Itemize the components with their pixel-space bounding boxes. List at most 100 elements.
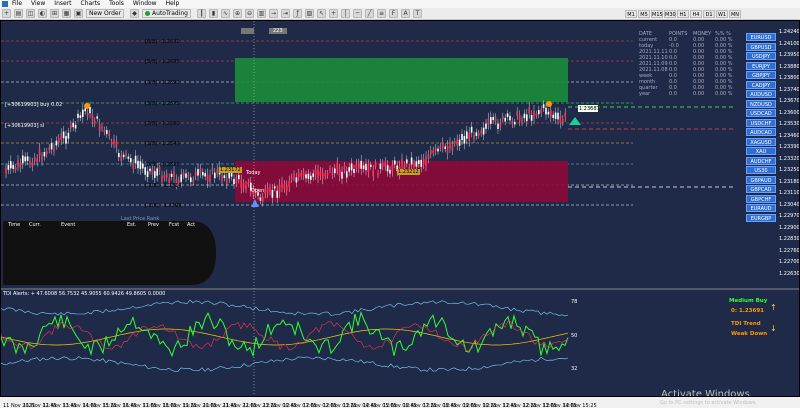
candlestick-icon[interactable]: ▮ (209, 9, 218, 18)
market-watch-icon[interactable]: ◫ (26, 9, 35, 18)
candle-body (146, 171, 149, 178)
candle-body (48, 147, 50, 150)
tile-windows-icon[interactable]: ▥ (257, 9, 266, 18)
profiles-icon[interactable]: ▤ (14, 9, 23, 18)
timeframe-m5[interactable]: M5 (638, 10, 650, 18)
label-icon[interactable]: T (413, 9, 422, 18)
candle-body (82, 109, 84, 117)
symbol-button-audusd[interactable]: AUDUSD (746, 90, 776, 98)
candle-body (67, 132, 70, 139)
candle-body (350, 163, 353, 171)
navigator-icon[interactable]: ⊞ (50, 9, 59, 18)
candle-body (139, 161, 142, 170)
symbol-button-cadjpy[interactable]: CADJPY (746, 80, 776, 89)
symbol-button-xagusd[interactable]: XAGUSD (746, 137, 776, 146)
zoom-in-icon[interactable]: ⊕ (233, 9, 242, 18)
metaeditor-icon[interactable]: ◆ (130, 9, 140, 18)
symbol-button-gbpaud[interactable]: GBPAUD (746, 175, 776, 184)
trendline-icon[interactable]: ╱ (365, 9, 374, 18)
candle-body (65, 136, 67, 144)
channel-icon[interactable]: ≡ (377, 9, 386, 18)
timeframe-m15[interactable]: M15 (651, 10, 663, 18)
symbol-button-audcad[interactable]: AUDCAD (746, 128, 776, 136)
timeframe-m1[interactable]: M1 (625, 10, 637, 18)
candle-body (432, 150, 434, 154)
candle-body (295, 177, 298, 183)
candle-body (322, 172, 324, 179)
candle-body (53, 147, 55, 152)
chart-window[interactable]: 223 [6/8] - 1.2431 [5/8] - 1.2405 [4/8] … (0, 20, 800, 397)
symbol-button-usdjpy[interactable]: USDJPY (746, 52, 776, 60)
symbol-button-xau[interactable]: XAU (746, 147, 776, 155)
timeframe-mn[interactable]: MN (729, 10, 741, 18)
symbol-button-gbpusd[interactable]: GBPUSD (746, 42, 776, 51)
new-order-button[interactable]: New Order (86, 9, 125, 18)
timeframe-w1[interactable]: W1 (716, 10, 728, 18)
symbol-button-us30[interactable]: US30 (746, 166, 776, 174)
timeframe-d1[interactable]: D1 (703, 10, 715, 18)
autoscroll-icon[interactable]: → (269, 9, 278, 18)
line-chart-icon[interactable]: ∿ (221, 9, 230, 18)
candle-body (470, 126, 473, 133)
text-icon[interactable]: A (401, 9, 410, 18)
symbol-button-usdcad[interactable]: USDCAD (746, 109, 776, 117)
menu-charts[interactable]: Charts (81, 0, 101, 8)
menu-tools[interactable]: Tools (109, 0, 124, 8)
candle-body (300, 173, 302, 177)
candle-body (475, 132, 478, 136)
candle-body (502, 116, 504, 119)
terminal-icon[interactable]: ▦ (62, 9, 71, 18)
price-axis-label: 1.23600 (779, 109, 800, 116)
zoom-out-icon[interactable]: ⊖ (245, 9, 254, 18)
candle-body (7, 165, 10, 170)
crosshair-icon[interactable]: + (329, 9, 338, 18)
templates-icon[interactable]: ▧ (305, 9, 314, 18)
fibonacci-icon[interactable]: F (389, 9, 398, 18)
price-axis-label: 1.23180 (779, 178, 800, 185)
symbol-button-eurusd[interactable]: EURUSD (746, 33, 776, 41)
indicators-icon[interactable]: ƒ (293, 9, 302, 18)
candle-body (542, 104, 545, 109)
autotrading-button[interactable]: AutoTrading (142, 9, 191, 18)
header-box-value: 223 (269, 28, 287, 34)
chart-shift-icon[interactable]: ⇥ (281, 9, 290, 18)
symbol-button-audchf[interactable]: AUDCHF (746, 156, 776, 165)
timeframe-h1[interactable]: H1 (677, 10, 689, 18)
symbol-button-gbpjpy[interactable]: GBPJPY (746, 71, 776, 79)
level-label-1: [1/8] - 1.2344 (145, 141, 180, 147)
menu-help[interactable]: Help (166, 0, 180, 8)
candle-body (24, 156, 26, 162)
candle-body (240, 180, 242, 188)
price-axis-label: 1.23250 (779, 167, 800, 173)
timeframe-m30[interactable]: M30 (664, 10, 676, 18)
menu-window[interactable]: Window (133, 0, 157, 8)
symbol-button-nzdusd[interactable]: NZDUSD (746, 99, 776, 108)
menu-file[interactable]: File (12, 0, 22, 8)
tester-icon[interactable]: ▣ (74, 9, 83, 18)
cursor-icon[interactable]: ↖ (317, 9, 326, 18)
symbol-button-gbpcad[interactable]: GBPCAD (746, 185, 776, 193)
price-axis-label: 1.23530 (779, 121, 800, 127)
symbol-button-usdchf[interactable]: USDCHF (746, 118, 776, 127)
new-chart-icon[interactable]: + (2, 9, 11, 18)
horizontal-line-icon[interactable]: ─ (353, 9, 362, 18)
tdi-trend-label: TDI Trend (731, 321, 761, 327)
symbol-button-eurgbp[interactable]: EURGBP (746, 213, 776, 222)
candle-body (499, 122, 502, 127)
candle-body (89, 106, 91, 114)
menu-insert[interactable]: Insert (54, 0, 71, 8)
symbol-button-gbpchf[interactable]: GBPCHF (746, 194, 776, 203)
vertical-line-icon[interactable]: │ (341, 9, 350, 18)
candle-body (209, 175, 211, 182)
candle-body (530, 114, 533, 121)
weak-down-label: Weak Down (731, 331, 768, 337)
price-axis-label: 1.23950 (779, 52, 800, 58)
candle-body (473, 135, 475, 140)
timeframe-bar: M1 M5 M15 M30 H1 H4 D1 W1 MN (625, 8, 742, 20)
symbol-button-eurjpy[interactable]: EURJPY (746, 61, 776, 70)
data-window-icon[interactable]: ◐ (38, 9, 47, 18)
symbol-button-euraud[interactable]: EURAUD (746, 204, 776, 212)
menu-view[interactable]: View (31, 0, 45, 8)
bar-chart-icon[interactable]: ┃ (197, 9, 206, 18)
timeframe-h4[interactable]: H4 (690, 10, 702, 18)
